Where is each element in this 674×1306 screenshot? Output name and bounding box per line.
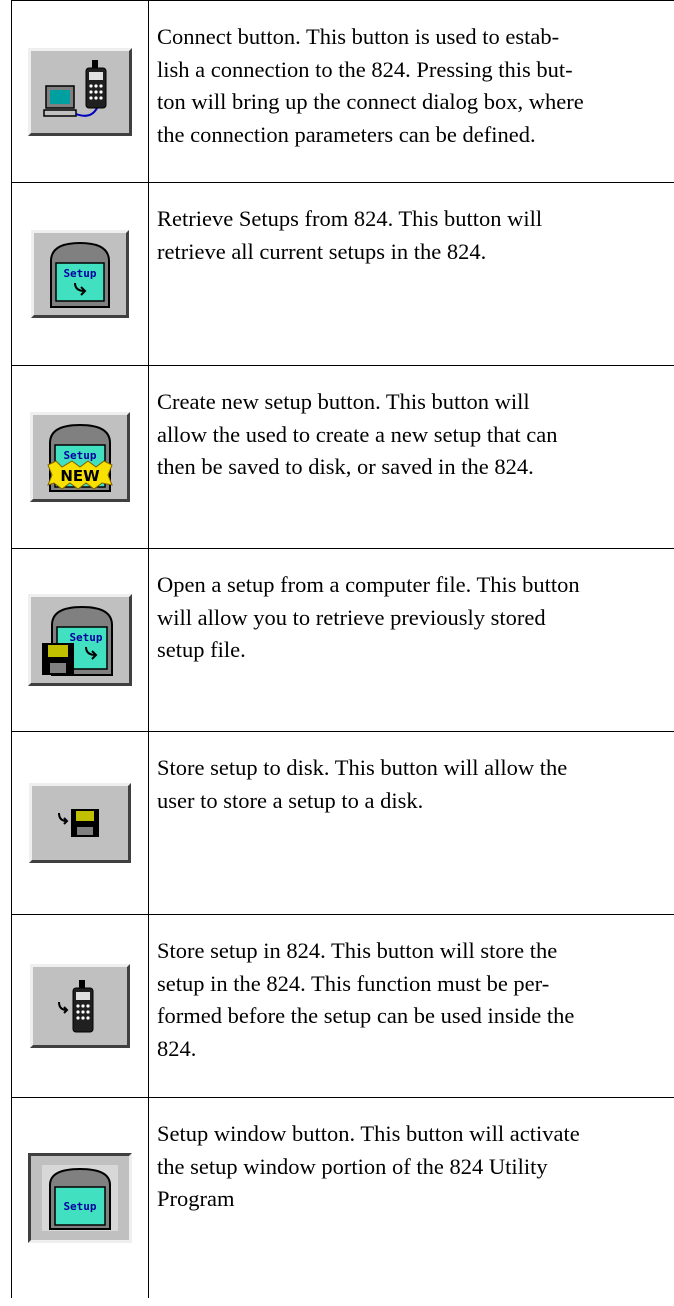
description-cell: Open a setup from a computer file. This …	[149, 549, 674, 732]
description-text: Store setup to disk. This button will al…	[157, 755, 568, 813]
setup-window-icon: Setup	[42, 1165, 118, 1231]
description-text: Create new setup button. This button wil…	[157, 389, 558, 479]
connect-computer-meter-icon	[43, 59, 107, 117]
icon-label: Setup	[63, 449, 96, 462]
icon-cell: Setup	[11, 549, 149, 732]
icon-cell: Setup	[11, 1098, 149, 1298]
icon-cell	[11, 732, 149, 915]
table-row: Setup Open a setup from a computer file.…	[11, 549, 674, 732]
table-row: Store setup to disk. This button will al…	[11, 732, 674, 915]
table-row: Setup NEW Create new setup button. This …	[11, 366, 674, 549]
icon-label: Setup	[63, 267, 96, 280]
store-to-disk-button[interactable]	[29, 783, 131, 863]
new-setup-button[interactable]: Setup NEW	[30, 412, 130, 502]
retrieve-setup-icon: Setup	[50, 241, 110, 308]
new-badge: NEW	[60, 467, 100, 485]
description-text: Open a setup from a computer file. This …	[157, 572, 580, 662]
description-text: Setup window button. This button will ac…	[157, 1121, 580, 1211]
description-cell: Retrieve Setups from 824. This button wi…	[149, 183, 674, 366]
retrieve-setups-button[interactable]: Setup	[31, 230, 129, 318]
button-reference-table: Connect button. This button is used to e…	[11, 0, 674, 1298]
setup-window-button[interactable]: Setup	[28, 1153, 132, 1243]
icon-cell: Setup NEW	[11, 366, 149, 549]
store-to-disk-icon	[58, 809, 99, 837]
table-row: Store setup in 824. This button will sto…	[11, 915, 674, 1098]
new-setup-icon: Setup NEW	[47, 423, 113, 492]
description-text: Retrieve Setups from 824. This button wi…	[157, 206, 543, 264]
description-cell: Connect button. This button is used to e…	[149, 0, 674, 183]
icon-cell	[11, 915, 149, 1098]
connect-button[interactable]	[28, 47, 132, 136]
table-row: Setup Setup window button. This button w…	[11, 1098, 674, 1298]
description-text: Connect button. This button is used to e…	[157, 24, 584, 147]
store-to-meter-button[interactable]	[30, 964, 130, 1048]
store-to-meter-icon	[58, 980, 94, 1033]
description-cell: Create new setup button. This button wil…	[149, 366, 674, 549]
icon-label: Setup	[69, 631, 102, 644]
icon-cell	[11, 0, 149, 183]
description-cell: Store setup to disk. This button will al…	[149, 732, 674, 915]
table-row: Setup Retrieve Setups from 824. This but…	[11, 183, 674, 366]
open-setup-file-icon: Setup	[42, 605, 113, 676]
table-row: Connect button. This button is used to e…	[11, 0, 674, 183]
icon-label: Setup	[63, 1200, 96, 1213]
description-text: Store setup in 824. This button will sto…	[157, 938, 575, 1061]
icon-cell: Setup	[11, 183, 149, 366]
description-cell: Setup window button. This button will ac…	[149, 1098, 674, 1298]
description-cell: Store setup in 824. This button will sto…	[149, 915, 674, 1098]
open-setup-file-button[interactable]: Setup	[28, 594, 132, 686]
